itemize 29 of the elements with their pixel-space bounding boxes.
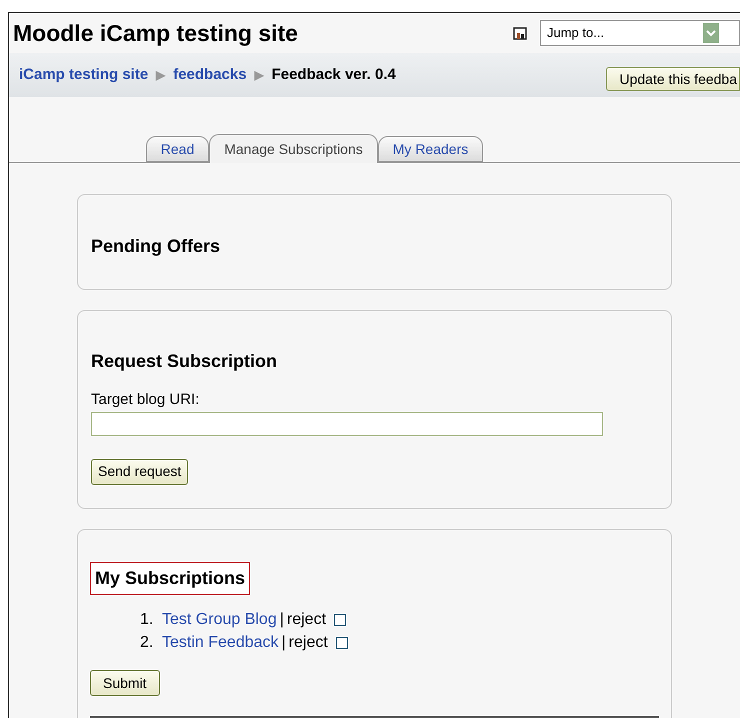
submit-button[interactable]: Submit xyxy=(90,670,160,696)
list-number: 1. xyxy=(140,610,154,630)
tab[interactable]: Read xyxy=(146,136,210,162)
list-number: 2. xyxy=(140,633,154,653)
site-title: Moodle iCamp testing site xyxy=(13,18,298,48)
reject-checkbox[interactable] xyxy=(336,636,348,648)
jump-to-select[interactable]: Jump to... xyxy=(540,20,740,46)
blog-link[interactable]: Test Group Blog xyxy=(162,608,277,631)
breadcrumb-separator-icon: ▶ xyxy=(156,66,166,84)
section-heading: Pending Offers xyxy=(91,235,222,258)
highlighted-heading: My Subscriptions xyxy=(90,562,250,595)
update-button[interactable]: Update this feedba xyxy=(606,67,740,91)
breadcrumb-separator-icon: ▶ xyxy=(254,66,264,84)
reject-label: reject xyxy=(286,610,326,630)
separator-text: | xyxy=(280,610,284,630)
tab[interactable]: My Readers xyxy=(378,136,484,162)
blog-link[interactable]: Testin Feedback xyxy=(162,631,279,654)
field-label: Target blog URI: xyxy=(91,390,200,410)
send-request-button[interactable]: Send request xyxy=(91,458,188,484)
save-icon[interactable] xyxy=(513,26,527,40)
reject-checkbox[interactable] xyxy=(334,614,346,626)
separator-text: | xyxy=(282,633,286,653)
tab[interactable]: Manage Subscriptions xyxy=(209,134,378,163)
breadcrumb-link[interactable]: feedbacks xyxy=(173,64,247,86)
reject-label: reject xyxy=(288,633,328,653)
section-heading: Request Subscription xyxy=(91,350,278,373)
breadcrumb-current: Feedback ver. 0.4 xyxy=(272,64,396,85)
breadcrumb-link[interactable]: iCamp testing site xyxy=(19,64,148,86)
target-blog-uri-field[interactable] xyxy=(91,412,603,436)
